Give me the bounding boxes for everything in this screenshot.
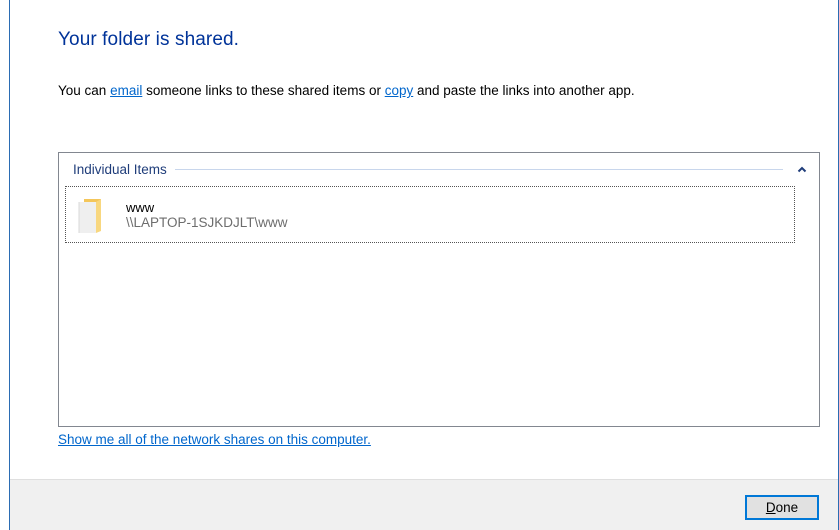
shared-items-list: Individual Items www \\LAPTOP-1SJKDJLT\w xyxy=(58,152,820,427)
done-button[interactable]: Done xyxy=(745,495,819,520)
email-link[interactable]: email xyxy=(110,83,142,98)
group-header-individual-items: Individual Items xyxy=(73,159,809,179)
copy-link[interactable]: copy xyxy=(385,83,414,98)
done-accelerator: D xyxy=(765,500,776,515)
network-shares-link[interactable]: Show me all of the network shares on thi… xyxy=(58,432,371,447)
group-divider xyxy=(174,168,783,170)
intro-text: You can email someone links to these sha… xyxy=(58,83,635,98)
item-name: www xyxy=(126,200,155,215)
window-border-left xyxy=(9,0,10,530)
intro-suffix: and paste the links into another app. xyxy=(413,83,635,98)
done-label-rest: one xyxy=(775,500,799,515)
dialog-heading: Your folder is shared. xyxy=(58,29,240,50)
folder-icon xyxy=(76,196,104,234)
dialog-footer: Done xyxy=(10,479,838,530)
share-dialog: Your folder is shared. You can email som… xyxy=(0,0,839,530)
list-item[interactable]: www \\LAPTOP-1SJKDJLT\www xyxy=(65,186,795,243)
item-path: \\LAPTOP-1SJKDJLT\www xyxy=(126,215,288,230)
group-title: Individual Items xyxy=(73,161,167,177)
intro-middle: someone links to these shared items or xyxy=(142,83,385,98)
chevron-up-icon[interactable] xyxy=(795,162,809,176)
intro-prefix: You can xyxy=(58,83,111,98)
